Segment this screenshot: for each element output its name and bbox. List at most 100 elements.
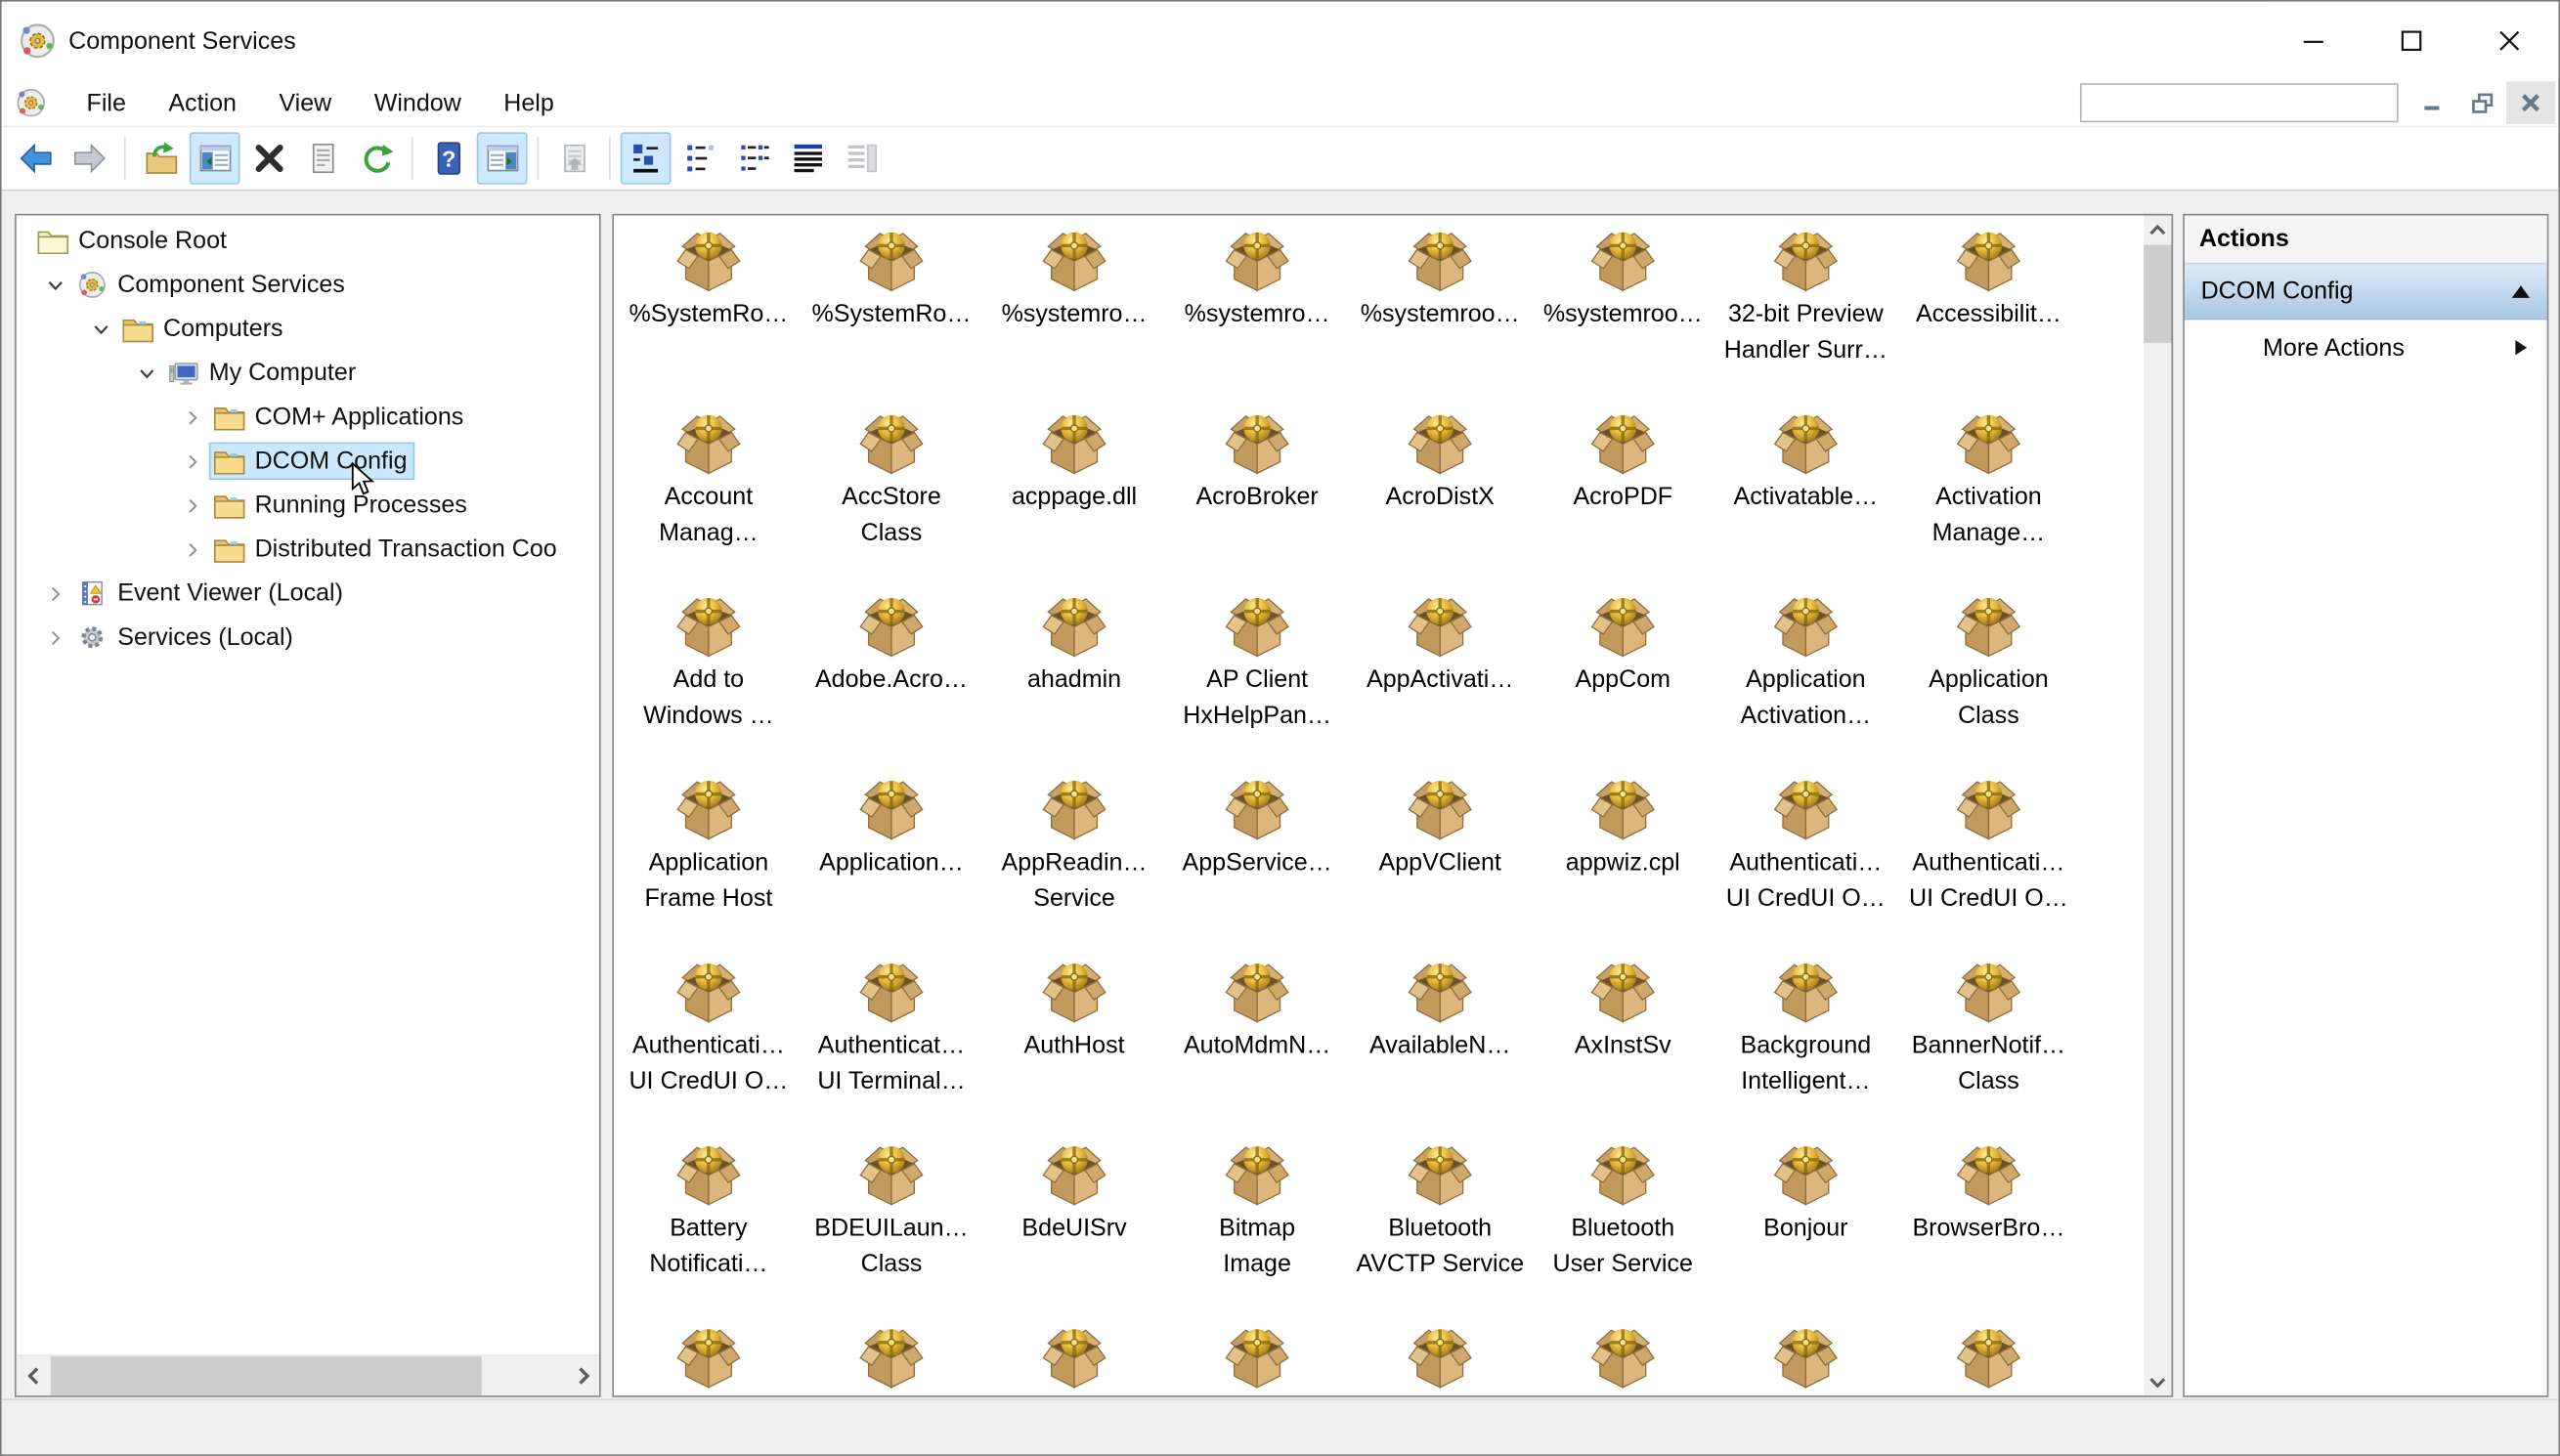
menu-help[interactable]: Help [483,81,576,125]
more-actions-item[interactable]: More Actions [2184,320,2547,376]
dcom-item[interactable]: AppActivati… [1349,591,1532,774]
dcom-item[interactable]: AccStore Class [800,408,982,591]
dcom-item[interactable]: BrowserBro… [1897,1139,2080,1322]
tree-expander[interactable] [39,274,71,296]
dcom-item[interactable]: ahadmin [983,591,1166,774]
tree-expander[interactable] [39,581,71,604]
list-vertical-scrollbar[interactable] [2144,215,2172,1396]
tree-item-my-computer[interactable]: My Computer [17,351,599,395]
dcom-item[interactable]: acppage.dll [983,408,1166,591]
dcom-item[interactable] [1349,1322,1532,1395]
dcom-item[interactable]: Adobe.Acro… [800,591,982,774]
child-minimize-button[interactable] [2408,81,2457,124]
dcom-item[interactable] [1532,1322,1714,1395]
dcom-item[interactable]: AppVClient [1349,774,1532,957]
small-icons-view-button[interactable] [674,132,725,184]
dcom-item[interactable]: AppService… [1166,774,1349,957]
dcom-item[interactable]: %systemroo… [1532,226,1714,408]
dcom-item[interactable]: AppCom [1532,591,1714,774]
dcom-item[interactable]: AP Client HxHelpPan… [1166,591,1349,774]
tree-horizontal-scrollbar[interactable] [16,1354,600,1396]
scroll-up-button[interactable] [2144,215,2171,242]
actions-group-dcom-config[interactable]: DCOM Config [2184,264,2547,321]
tree-expander[interactable] [39,626,71,649]
minimize-button[interactable] [2264,1,2363,80]
dcom-item[interactable]: Authenticati… UI CredUI O… [1897,774,2080,957]
help-button[interactable]: ? [423,132,474,184]
dcom-item[interactable]: AuthHost [983,957,1166,1139]
tree-item-distributed-transaction-coo[interactable]: Distributed Transaction Coo [17,528,599,572]
dcom-item[interactable]: Bluetooth AVCTP Service [1349,1139,1532,1322]
tree-expander[interactable] [176,406,208,428]
dcom-item[interactable]: Bitmap Image [1166,1139,1349,1322]
dcom-item[interactable]: Background Intelligent… [1714,957,1897,1139]
dcom-item[interactable]: Bonjour [1714,1139,1897,1322]
tree-expander[interactable] [176,450,208,472]
maximize-button[interactable] [2362,1,2461,80]
list-view-button[interactable] [728,132,779,184]
menu-action[interactable]: Action [148,81,258,125]
up-one-level-button[interactable] [136,132,187,184]
tree-item-computers[interactable]: Computers [17,307,599,351]
dcom-item[interactable]: AxInstSv [1532,957,1714,1139]
dcom-item[interactable] [617,1322,800,1395]
tree-item-dcom-config[interactable]: DCOM Config [17,439,599,483]
dcom-item[interactable] [983,1322,1166,1395]
menu-window[interactable]: Window [353,81,483,125]
dcom-item[interactable]: Add to Windows … [617,591,800,774]
extended-view-button[interactable] [836,132,887,184]
scroll-left-button[interactable] [17,1356,49,1395]
dcom-item[interactable]: AppReadin… Service [983,774,1166,957]
tree-expander[interactable] [131,362,163,384]
child-restore-button[interactable] [2456,81,2506,124]
dcom-item[interactable] [1166,1322,1349,1395]
dcom-item[interactable]: Authenticati… UI CredUI O… [1714,774,1897,957]
tree-item-com-applications[interactable]: COM+ Applications [17,395,599,439]
dcom-item[interactable]: Activation Manage… [1897,408,2080,591]
dcom-item[interactable]: appwiz.cpl [1532,774,1714,957]
dcom-item[interactable]: Application Activation… [1714,591,1897,774]
dcom-item[interactable]: AcroBroker [1166,408,1349,591]
scroll-right-button[interactable] [567,1356,599,1395]
delete-button[interactable] [243,132,294,184]
dcom-item[interactable]: Bluetooth User Service [1532,1139,1714,1322]
dcom-item[interactable]: AcroPDF [1532,408,1714,591]
show-hide-action-pane-button[interactable] [476,132,528,185]
refresh-button[interactable] [351,132,402,184]
properties-button[interactable] [297,132,348,184]
dcom-item[interactable]: AutoMdmN… [1166,957,1349,1139]
details-view-button[interactable] [782,132,833,184]
show-hide-console-tree-button[interactable] [189,132,240,185]
forward-button[interactable] [64,132,114,184]
dcom-item[interactable]: Activatable… [1714,408,1897,591]
dcom-item[interactable] [800,1322,982,1395]
tree-item-services-local[interactable]: Services (Local) [17,616,599,660]
dcom-item[interactable]: %systemro… [1166,226,1349,408]
dcom-item[interactable]: %SystemRo… [800,226,982,408]
dcom-item[interactable]: Application Frame Host [617,774,800,957]
tree-item-running-processes[interactable]: Running Processes [17,483,599,527]
dcom-item[interactable]: %systemroo… [1349,226,1532,408]
dcom-item[interactable]: Application Class [1897,591,2080,774]
dcom-item[interactable]: %systemro… [983,226,1166,408]
tree-item-component-services[interactable]: Component Services [17,263,599,307]
dcom-item[interactable]: BdeUISrv [983,1139,1166,1322]
scrollbar-thumb[interactable] [2144,244,2172,343]
dcom-item[interactable]: %SystemRo… [617,226,800,408]
icon-view-button[interactable] [620,132,672,185]
child-close-button[interactable] [2505,81,2556,124]
menu-file[interactable]: File [65,81,148,125]
dcom-item[interactable]: AcroDistX [1349,408,1532,591]
menu-view[interactable]: View [258,81,353,125]
dcom-item[interactable]: BannerNotif… Class [1897,957,2080,1139]
dcom-item[interactable] [1897,1322,2080,1395]
dcom-item[interactable]: AvailableN… [1349,957,1532,1139]
export-list-button[interactable] [548,132,599,184]
scroll-down-button[interactable] [2144,1368,2171,1395]
dcom-item[interactable]: Authenticat… UI Terminal… [800,957,982,1139]
dcom-item[interactable]: Application… [800,774,982,957]
dcom-item[interactable]: 32-bit Preview Handler Surr… [1714,226,1897,408]
back-button[interactable] [10,132,61,184]
dcom-item[interactable]: Battery Notificati… [617,1139,800,1322]
dcom-item[interactable]: BDEUILaun… Class [800,1139,982,1322]
